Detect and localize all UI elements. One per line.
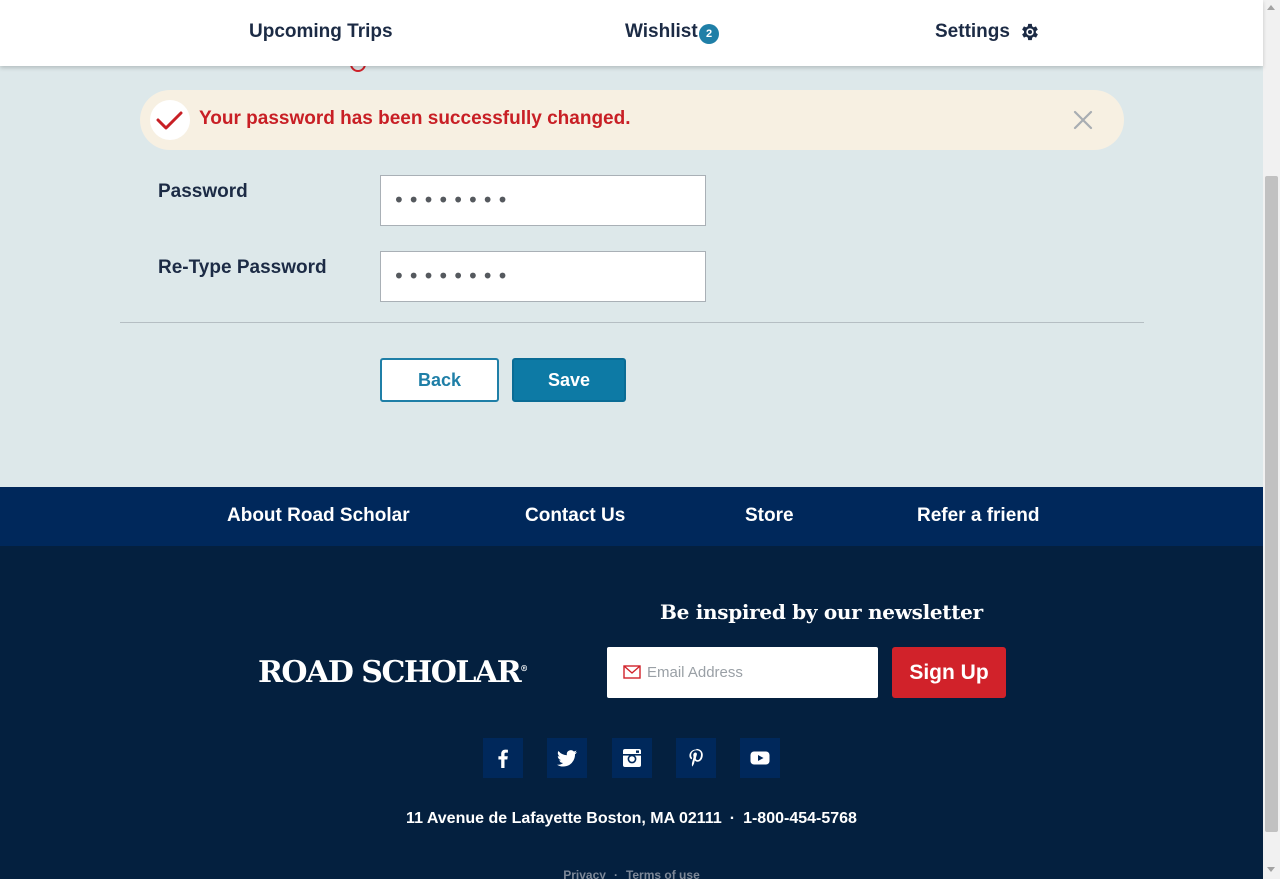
- nav-settings[interactable]: Settings: [935, 20, 1010, 44]
- retype-password-field[interactable]: ••••••••: [380, 251, 706, 302]
- pinterest-icon: [689, 748, 703, 767]
- twitter-icon: [557, 750, 577, 767]
- instagram-link[interactable]: [612, 738, 652, 778]
- close-icon[interactable]: [1073, 110, 1093, 130]
- alert-message: Your password has been successfully chan…: [199, 108, 631, 129]
- save-button[interactable]: Save: [512, 358, 626, 402]
- newsletter-signup-button[interactable]: Sign Up: [892, 647, 1006, 698]
- nav-upcoming-trips[interactable]: Upcoming Trips: [249, 20, 393, 44]
- retype-password-label: Re-Type Password: [158, 257, 327, 278]
- footer-address: 11 Avenue de Lafayette Boston, MA 02111: [406, 810, 722, 827]
- facebook-icon: [498, 749, 508, 768]
- alert-check-circle: [150, 100, 190, 140]
- decorative-arc: [350, 66, 366, 72]
- password-label: Password: [158, 181, 248, 202]
- scroll-up-arrow-icon[interactable]: [1267, 5, 1275, 10]
- instagram-icon: [623, 749, 641, 767]
- mail-icon: [623, 665, 641, 679]
- wishlist-count-badge: 2: [699, 24, 719, 44]
- checkmark-icon: [156, 111, 183, 130]
- youtube-link[interactable]: [740, 738, 780, 778]
- password-field[interactable]: ••••••••: [380, 175, 706, 226]
- pinterest-link[interactable]: [676, 738, 716, 778]
- footer-phone[interactable]: 1-800-454-5768: [743, 810, 857, 827]
- footer-link-about[interactable]: About Road Scholar: [227, 504, 410, 528]
- facebook-link[interactable]: [483, 738, 523, 778]
- page-scrollbar[interactable]: [1263, 0, 1280, 879]
- main-content: Your password has been successfully chan…: [0, 66, 1263, 487]
- terms-link[interactable]: Terms of use: [626, 868, 700, 879]
- twitter-link[interactable]: [547, 738, 587, 778]
- footer-link-store[interactable]: Store: [745, 504, 794, 528]
- scroll-down-arrow-icon[interactable]: [1267, 867, 1275, 872]
- legal-separator: ·: [613, 868, 618, 879]
- scrollbar-thumb[interactable]: [1265, 176, 1278, 832]
- logo-text: ROAD SCHOLAR: [258, 655, 522, 690]
- footer-separator: ·: [729, 810, 736, 827]
- back-button[interactable]: Back: [380, 358, 499, 402]
- footer-contact-info: 11 Avenue de Lafayette Boston, MA 02111 ·…: [0, 808, 1263, 830]
- footer-links-bar: About Road Scholar Contact Us Store Refe…: [0, 487, 1263, 546]
- newsletter-email-box: [607, 647, 878, 698]
- privacy-link[interactable]: Privacy: [563, 868, 606, 879]
- top-navigation: Upcoming Trips Wishlist 2 Settings: [0, 0, 1263, 66]
- footer-legal-links: Privacy · Terms of use: [0, 867, 1263, 879]
- newsletter-title: Be inspired by our newsletter: [660, 600, 983, 624]
- form-divider: [120, 322, 1144, 323]
- footer-link-refer[interactable]: Refer a friend: [917, 504, 1039, 528]
- success-alert: Your password has been successfully chan…: [140, 90, 1124, 150]
- footer-link-contact[interactable]: Contact Us: [525, 504, 625, 528]
- youtube-icon: [750, 751, 770, 765]
- nav-wishlist[interactable]: Wishlist: [625, 20, 698, 44]
- footer: ROAD SCHOLAR® Be inspired by our newslet…: [0, 546, 1263, 879]
- registered-mark: ®: [520, 663, 529, 673]
- road-scholar-logo[interactable]: ROAD SCHOLAR®: [258, 651, 528, 690]
- gear-icon[interactable]: [1019, 21, 1041, 43]
- newsletter-email-input[interactable]: [647, 647, 872, 698]
